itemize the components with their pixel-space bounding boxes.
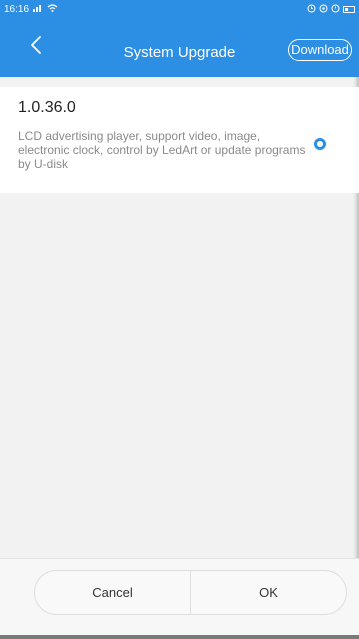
cancel-button[interactable]: Cancel: [35, 571, 190, 614]
location-icon: [319, 4, 328, 15]
system-upgrade-screen: 16:16 System Upgrade Download 1.0.36.0 L…: [0, 0, 359, 639]
dialog-footer: Cancel OK: [0, 558, 359, 639]
status-right: [307, 4, 355, 15]
version-number: 1.0.36.0: [18, 99, 76, 116]
bottom-edge: [0, 635, 359, 639]
status-time: 16:16: [4, 3, 30, 15]
version-description: LCD advertising player, support video, i…: [18, 129, 306, 171]
status-left: 16:16: [4, 4, 58, 15]
version-radio-selected[interactable]: [314, 138, 326, 150]
signal-icon: [33, 4, 43, 14]
footer-button-group: Cancel OK: [34, 570, 347, 615]
status-bar: 16:16: [0, 0, 359, 18]
firmware-version-item[interactable]: 1.0.36.0 LCD advertising player, support…: [0, 87, 359, 193]
clock-icon: [331, 4, 340, 15]
alarm-icon: [307, 4, 316, 15]
title-bar: System Upgrade Download: [0, 18, 359, 77]
battery-icon: [343, 5, 355, 13]
wifi-icon: [47, 4, 58, 14]
download-button[interactable]: Download: [288, 39, 352, 61]
ok-button[interactable]: OK: [191, 571, 346, 614]
